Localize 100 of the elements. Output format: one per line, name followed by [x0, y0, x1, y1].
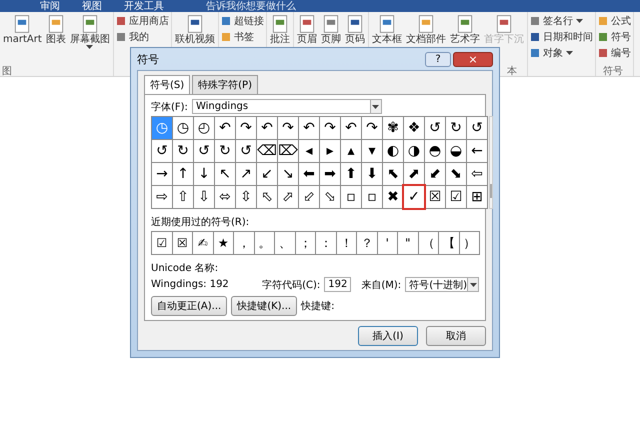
recent-symbol-cell[interactable]: ，	[234, 232, 254, 254]
symbol-cell[interactable]: ▴	[341, 140, 361, 162]
ribbon-button[interactable]: 对象	[530, 46, 593, 60]
symbol-cell[interactable]: ↶	[341, 117, 361, 139]
symbol-cell[interactable]: ➡	[320, 163, 340, 185]
symbol-cell[interactable]: ⬆	[341, 163, 361, 185]
symbol-cell[interactable]: ⬁	[257, 186, 277, 208]
font-dropdown[interactable]: Wingdings	[192, 99, 382, 114]
ribbon-button[interactable]: 公式	[598, 14, 631, 28]
symbol-cell[interactable]: ↺	[236, 140, 256, 162]
symbol-cell[interactable]: ⬊	[446, 163, 466, 185]
symbol-cell[interactable]: ◐	[383, 140, 403, 162]
insert-button[interactable]: 插入(I)	[358, 326, 418, 346]
recent-symbol-cell[interactable]: ！	[336, 232, 356, 254]
symbol-cell[interactable]: ◴	[194, 117, 214, 139]
ribbon-button[interactable]: 符号	[598, 30, 631, 44]
ribbon-button[interactable]: 签名行	[530, 14, 593, 28]
symbol-cell[interactable]: ↷	[362, 117, 382, 139]
symbol-cell[interactable]: ↶	[257, 117, 277, 139]
symbol-cell[interactable]: ▾	[362, 140, 382, 162]
ribbon-tab[interactable]: 审阅	[40, 0, 60, 13]
recent-symbol-cell[interactable]: ）	[460, 232, 479, 254]
symbol-cell[interactable]: ⇦	[467, 163, 487, 185]
symbol-cell[interactable]: ↖	[215, 163, 235, 185]
symbol-cell[interactable]: ←	[467, 140, 487, 162]
tell-me-field[interactable]: 告诉我你想要做什么	[206, 0, 296, 13]
symbol-cell[interactable]: ☑	[446, 186, 466, 208]
ribbon-button[interactable]: martArt	[2, 14, 43, 64]
symbol-cell[interactable]: ↶	[299, 117, 319, 139]
symbol-cell[interactable]: ↻	[215, 140, 235, 162]
symbol-cell[interactable]: ⬈	[404, 163, 424, 185]
symbol-cell[interactable]: ↗	[236, 163, 256, 185]
recent-symbol-cell[interactable]: ☑	[152, 232, 172, 254]
symbol-cell[interactable]: ◷	[173, 117, 193, 139]
symbol-cell[interactable]: ⬉	[383, 163, 403, 185]
help-button[interactable]: ?	[425, 52, 451, 66]
ribbon-button[interactable]: 超链接	[220, 14, 264, 28]
recent-symbol-cell[interactable]: 【	[439, 232, 458, 254]
from-dropdown[interactable]: 符号(十进制)	[405, 277, 479, 292]
symbol-cell[interactable]: ❖	[404, 117, 424, 139]
recent-symbol-cell[interactable]: ★	[214, 232, 233, 254]
symbol-cell[interactable]: ↷	[278, 117, 298, 139]
symbol-cell[interactable]: ✓	[404, 186, 424, 208]
symbol-cell[interactable]: ◂	[299, 140, 319, 162]
symbol-cell[interactable]: ▫	[362, 186, 382, 208]
symbol-cell[interactable]: ↻	[446, 117, 466, 139]
recent-symbol-cell[interactable]: ；	[296, 232, 315, 254]
symbol-cell[interactable]: ⇳	[236, 186, 256, 208]
ribbon-button[interactable]: 我的	[116, 30, 169, 44]
ribbon-tab[interactable]: 视图	[82, 0, 102, 13]
symbol-cell[interactable]: ↙	[257, 163, 277, 185]
symbol-cell[interactable]: ⌦	[278, 140, 298, 162]
ribbon-button[interactable]: 图表	[44, 14, 67, 64]
symbol-cell[interactable]: ↺	[467, 117, 487, 139]
recent-symbol-cell[interactable]: 、	[275, 232, 294, 254]
symbol-cell[interactable]: ⇧	[173, 186, 193, 208]
symbol-cell[interactable]: ↓	[194, 163, 214, 185]
symbol-cell[interactable]: ⬅	[299, 163, 319, 185]
symbol-cell[interactable]: ⇨	[152, 186, 172, 208]
symbol-cell[interactable]: ⊞	[467, 186, 487, 208]
ribbon-button[interactable]: 应用商店	[116, 14, 169, 28]
char-code-field[interactable]: 192	[324, 277, 352, 292]
close-button[interactable]: ×	[453, 52, 493, 66]
symbol-cell[interactable]: ✾	[383, 117, 403, 139]
dialog-tab[interactable]: 符号(S)	[144, 75, 190, 94]
scrollbar[interactable]	[489, 116, 493, 209]
recent-symbol-cell[interactable]: '	[378, 232, 397, 254]
symbol-cell[interactable]: ☒	[425, 186, 445, 208]
ribbon-button[interactable]: 屏幕截图	[68, 14, 111, 64]
ribbon-tab[interactable]: 开发工具	[124, 0, 164, 13]
symbol-cell[interactable]: ↶	[215, 117, 235, 139]
ribbon-button[interactable]: 书签	[220, 30, 264, 44]
symbol-cell[interactable]: ↷	[236, 117, 256, 139]
symbol-cell[interactable]: ↑	[173, 163, 193, 185]
recent-symbol-cell[interactable]: ✍	[193, 232, 212, 254]
symbol-cell[interactable]: ↺	[152, 140, 172, 162]
symbol-cell[interactable]: ⬇	[362, 163, 382, 185]
recent-symbol-cell[interactable]: （	[418, 232, 438, 254]
symbol-cell[interactable]: ◓	[425, 140, 445, 162]
symbol-cell[interactable]: ⌫	[257, 140, 277, 162]
symbol-cell[interactable]: ↺	[194, 140, 214, 162]
symbol-cell[interactable]: ⬄	[215, 186, 235, 208]
ribbon-button[interactable]: 日期和时间	[530, 30, 593, 44]
symbol-cell[interactable]: ◒	[446, 140, 466, 162]
shortcut-key-button[interactable]: 快捷键(K)...	[231, 296, 298, 316]
recent-symbol-cell[interactable]: "	[398, 232, 418, 254]
autocorrect-button[interactable]: 自动更正(A)...	[151, 296, 228, 316]
symbol-cell[interactable]: ↷	[320, 117, 340, 139]
symbol-cell[interactable]: ⇩	[194, 186, 214, 208]
symbol-cell[interactable]: ▸	[320, 140, 340, 162]
symbol-cell[interactable]: ↘	[278, 163, 298, 185]
recent-symbol-cell[interactable]: ：	[316, 232, 336, 254]
symbol-cell[interactable]: ◑	[404, 140, 424, 162]
symbol-cell[interactable]: ⬂	[320, 186, 340, 208]
cancel-button[interactable]: 取消	[426, 326, 486, 346]
symbol-cell[interactable]: ⬀	[278, 186, 298, 208]
ribbon-button[interactable]: 编号	[598, 46, 631, 60]
symbol-cell[interactable]: ▫	[341, 186, 361, 208]
symbol-cell[interactable]: →	[152, 163, 172, 185]
symbol-cell[interactable]: ✖	[383, 186, 403, 208]
